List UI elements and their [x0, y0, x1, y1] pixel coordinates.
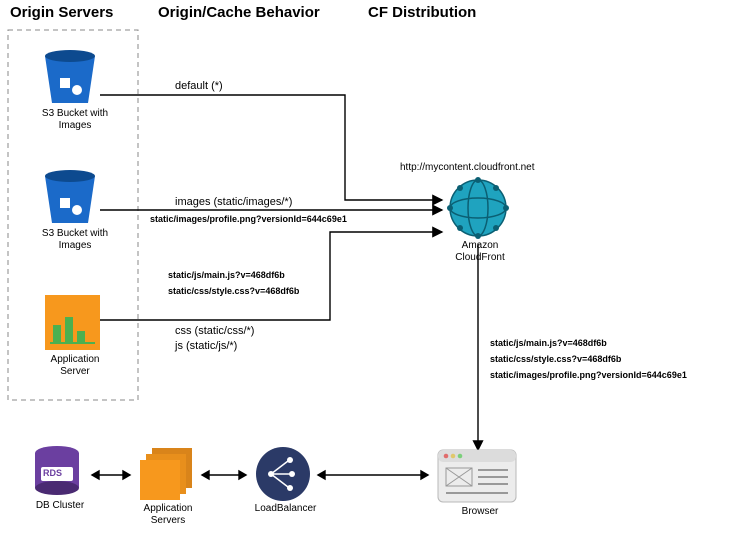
arrow-s3a-cf [100, 95, 442, 200]
lbl-out-img: static/images/profile.png?versionId=644c… [490, 370, 687, 380]
lbl-css: css (static/css/*) [175, 325, 254, 337]
rds-label: DB Cluster [25, 500, 95, 512]
lbl-out-js: static/js/main.js?v=468df6b [490, 338, 607, 348]
appservers-icon [140, 448, 192, 500]
browser-label: Browser [450, 506, 510, 518]
rds-badge: RDS [43, 468, 62, 478]
lbl-cf-url: http://mycontent.cloudfront.net [400, 162, 535, 173]
lb-icon [256, 447, 310, 501]
lbl-default: default (*) [175, 80, 223, 92]
cloudfront-icon [447, 177, 509, 239]
cf-label: Amazon CloudFront [440, 240, 520, 264]
s3b-label: S3 Bucket with Images [30, 228, 120, 252]
lbl-out-css: static/css/style.css?v=468df6b [490, 354, 621, 364]
s3a-label: S3 Bucket with Images [30, 108, 120, 132]
app-server-icon [45, 295, 100, 350]
lbl-stylecss: static/css/style.css?v=468df6b [168, 286, 299, 296]
s3-bucket-icon-2 [45, 170, 95, 223]
s3-bucket-icon-1 [45, 50, 95, 103]
appservers-label: Application Servers [128, 503, 208, 527]
lbl-images: images (static/images/*) [175, 196, 292, 208]
browser-icon [438, 450, 516, 502]
lbl-js: js (static/js/*) [175, 340, 237, 352]
diagram-canvas [0, 0, 747, 555]
lb-label: LoadBalancer [248, 503, 323, 515]
lbl-mainjs: static/js/main.js?v=468df6b [168, 270, 285, 280]
lbl-images-ex: static/images/profile.png?versionId=644c… [150, 214, 347, 224]
app-label: Application Server [30, 354, 120, 378]
